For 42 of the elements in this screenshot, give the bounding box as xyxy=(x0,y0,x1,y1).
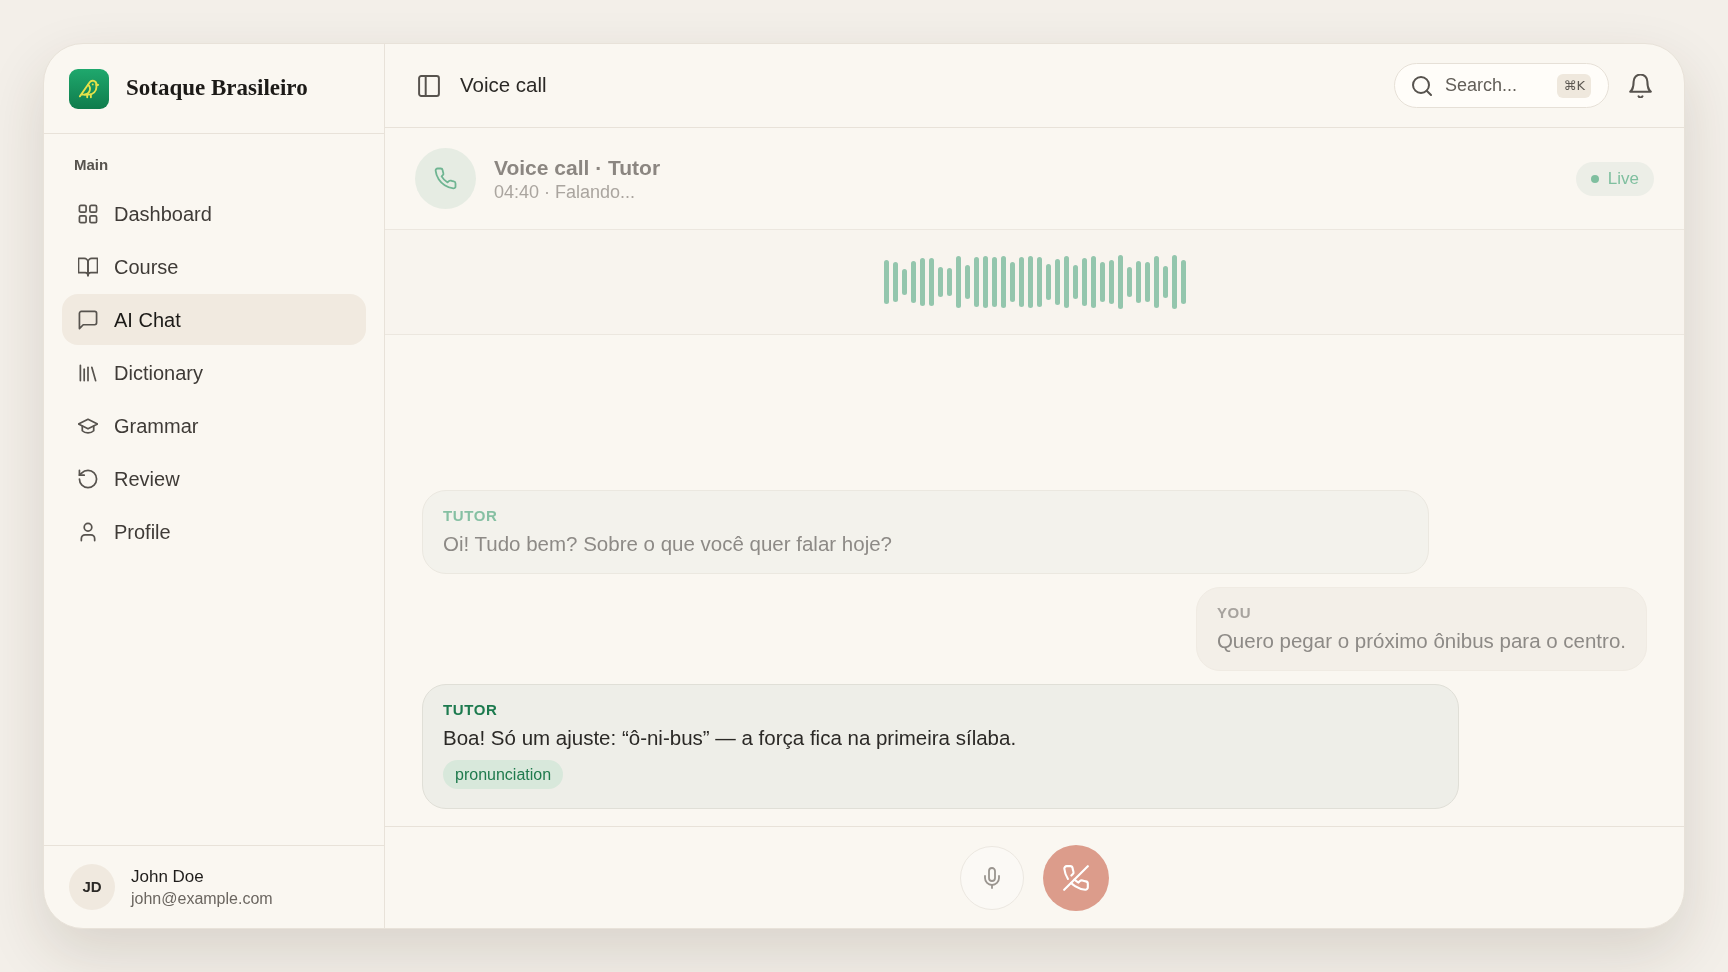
notifications-button[interactable] xyxy=(1629,73,1652,98)
bird-logo-icon xyxy=(69,68,109,109)
message-text: Quero pegar o próximo ônibus para o centro. xyxy=(1216,628,1626,654)
phone-off-icon xyxy=(1063,864,1089,891)
books-icon xyxy=(78,362,98,383)
sidebar-panel-icon xyxy=(418,74,440,97)
call-title: Voice call · Tutor xyxy=(494,155,661,181)
avatar: JD xyxy=(69,864,115,910)
message-text: Oi! Tudo bem? Sobre o que você quer falar hoje? xyxy=(443,531,893,557)
chat-bubble-icon xyxy=(78,309,98,330)
phone-icon xyxy=(415,148,476,209)
nav-item[interactable]: Dashboard xyxy=(62,188,366,239)
nav-item[interactable]: Dictionary xyxy=(62,347,366,398)
status-dot-icon xyxy=(1590,174,1599,183)
topic-tag: pronunciation xyxy=(443,760,564,789)
page-title: Voice call xyxy=(460,72,547,99)
nav-item[interactable]: Profile xyxy=(62,506,366,557)
microphone-icon xyxy=(984,866,1000,889)
person-icon xyxy=(78,521,98,542)
search-input[interactable]: Search... xyxy=(1445,72,1545,99)
call-status-text: 04:40 · Falando... xyxy=(494,181,637,203)
message-sender: TUTOR xyxy=(443,506,499,526)
nav-item[interactable]: Grammar xyxy=(62,400,366,451)
nav-item[interactable]: Review xyxy=(62,453,366,504)
app-title: Sotaque Brasileiro xyxy=(126,74,308,103)
sidebar-toggle-button[interactable] xyxy=(418,74,440,97)
nav-item[interactable]: Course xyxy=(62,241,366,292)
grid-icon xyxy=(78,203,98,224)
search-field[interactable]: Search... ⌘K xyxy=(1394,63,1609,108)
bell-icon xyxy=(1629,73,1652,98)
live-label: Live xyxy=(1607,167,1639,190)
shortcut-hint: ⌘K xyxy=(1557,73,1591,98)
search-icon xyxy=(1412,75,1432,96)
nav-item[interactable]: AI Chat xyxy=(62,294,366,345)
user-name: John Doe xyxy=(131,865,205,888)
section-label: Main xyxy=(73,155,110,175)
open-book-icon xyxy=(78,256,98,277)
message-sender: YOU xyxy=(1216,603,1253,623)
user-email: john@example.com xyxy=(131,888,273,909)
message-text: Boa! Só um ajuste: “ô-ni-bus” — a força fica na primeira sílaba. xyxy=(443,725,1018,751)
circular-arrow-icon xyxy=(78,468,98,489)
message-sender: TUTOR xyxy=(443,700,499,720)
